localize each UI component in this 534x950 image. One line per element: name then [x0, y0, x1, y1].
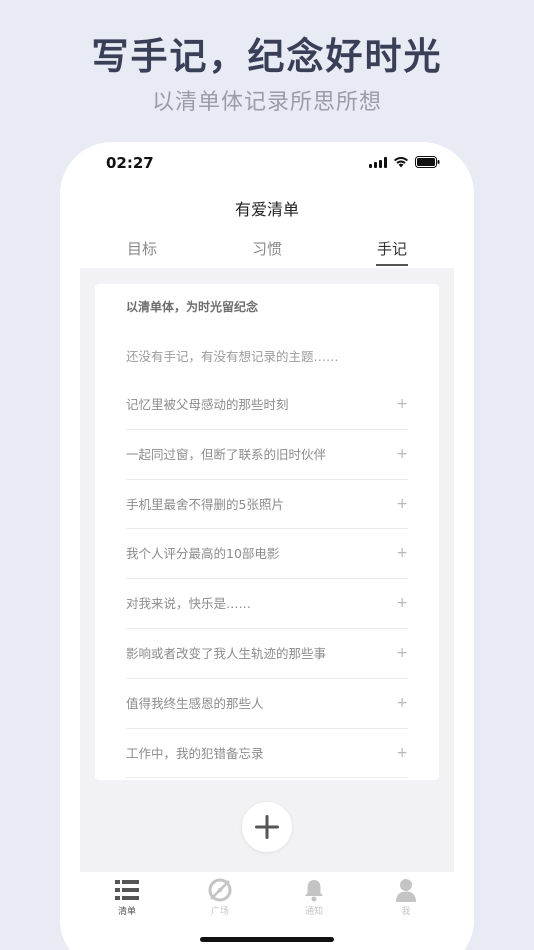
tabbar-label: 通知 — [304, 907, 323, 917]
tabbar-label: 我 — [401, 907, 411, 917]
add-prompt-icon[interactable]: + — [396, 480, 408, 529]
bell-icon — [305, 880, 323, 902]
phone-screen: 02:27 有爱清单 目标 习惯 手记 以清单体，为时光留纪念 还没有手记，有没… — [60, 142, 474, 950]
prompt-item[interactable]: 一起同过窗，但断了联系的旧时伙伴 + — [126, 430, 408, 480]
add-prompt-icon[interactable]: + — [396, 529, 408, 578]
promo-subheadline: 以清单体记录所思所想 — [151, 90, 382, 115]
add-prompt-icon[interactable]: + — [396, 579, 408, 628]
prompt-label: 一起同过窗，但断了联系的旧时伙伴 — [126, 446, 327, 462]
tab-journal[interactable]: 手记 — [352, 238, 432, 259]
promo-page: 写手记，纪念好时光 以清单体记录所思所想 02:27 有爱清单 目标 习惯 手记… — [0, 0, 534, 950]
empty-state-text: 还没有手记，有没有想记录的主题…… — [126, 349, 339, 364]
prompt-item[interactable]: 影响或者改变了我人生轨迹的那些事 + — [126, 629, 408, 679]
wifi-icon — [394, 157, 408, 168]
prompt-item[interactable]: 工作中，我的犯错备忘录 + — [126, 729, 408, 779]
card-header: 以清单体，为时光留纪念 — [126, 300, 259, 314]
battery-icon — [415, 156, 440, 168]
tab-goals[interactable]: 目标 — [102, 238, 182, 259]
compass-icon — [208, 878, 232, 902]
prompt-label: 工作中，我的犯错备忘录 — [126, 745, 264, 761]
status-bar: 02:27 — [60, 142, 474, 186]
active-tab-indicator — [376, 264, 408, 266]
prompt-label: 影响或者改变了我人生轨迹的那些事 — [126, 645, 327, 661]
tabbar-item-list[interactable]: 清单 — [97, 878, 157, 917]
add-journal-button[interactable] — [242, 802, 292, 852]
tabbar-item-notifications[interactable]: 通知 — [284, 878, 344, 917]
prompt-list: 记忆里被父母感动的那些时刻 + 一起同过窗，但断了联系的旧时伙伴 + 手机里最舍… — [126, 380, 408, 779]
tab-habits[interactable]: 习惯 — [227, 238, 307, 259]
person-icon — [396, 879, 416, 902]
add-prompt-icon[interactable]: + — [396, 629, 408, 678]
list-icon — [115, 880, 139, 900]
status-time: 02:27 — [106, 154, 154, 172]
prompt-label: 记忆里被父母感动的那些时刻 — [126, 397, 289, 412]
prompt-item[interactable]: 对我来说，快乐是…… + — [126, 579, 408, 629]
promo-headline: 写手记，纪念好时光 — [91, 35, 443, 78]
add-prompt-icon[interactable]: + — [396, 430, 408, 479]
plus-icon — [255, 815, 279, 839]
bottom-tab-bar: 清单 广场 通知 我 — [60, 872, 474, 932]
tabbar-label: 清单 — [117, 907, 136, 917]
tabbar-label: 广场 — [210, 907, 229, 917]
segment-tabs: 目标 习惯 手记 — [60, 238, 474, 270]
tabbar-item-square[interactable]: 广场 — [190, 878, 250, 917]
prompt-item[interactable]: 我个人评分最高的10部电影 + — [126, 529, 408, 580]
page-title: 有爱清单 — [234, 200, 299, 219]
status-icons — [369, 156, 440, 168]
add-prompt-icon[interactable]: + — [396, 380, 408, 429]
prompt-label: 对我来说，快乐是…… — [126, 596, 252, 612]
home-indicator — [200, 937, 334, 942]
prompt-label: 我个人评分最高的10部电影 — [126, 546, 280, 562]
journal-card: 以清单体，为时光留纪念 还没有手记，有没有想记录的主题…… 记忆里被父母感动的那… — [95, 284, 439, 780]
prompt-item[interactable]: 记忆里被父母感动的那些时刻 + — [126, 380, 408, 430]
prompt-label: 值得我终生感恩的那些人 — [126, 695, 264, 711]
prompt-item[interactable]: 手机里最舍不得删的5张照片 + — [126, 480, 408, 530]
add-prompt-icon[interactable]: + — [396, 679, 408, 728]
prompt-item[interactable]: 值得我终生感恩的那些人 + — [126, 679, 408, 729]
prompt-label: 手机里最舍不得删的5张照片 — [126, 496, 284, 512]
add-prompt-icon[interactable]: + — [396, 729, 408, 778]
tabbar-item-me[interactable]: 我 — [376, 878, 436, 917]
cellular-signal-icon — [369, 156, 387, 168]
